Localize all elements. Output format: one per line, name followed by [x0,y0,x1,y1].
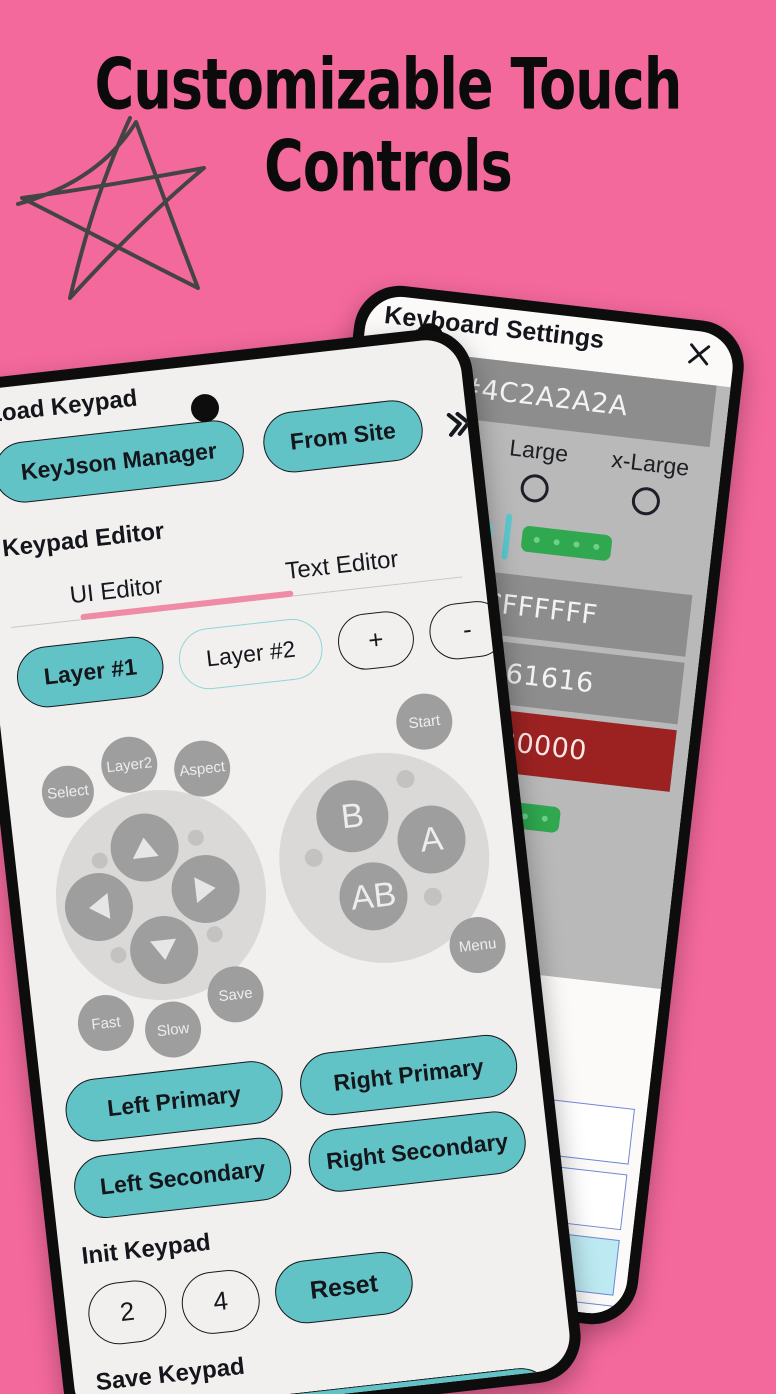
key-dot [541,815,549,823]
key-dot [533,536,541,544]
add-layer-button[interactable]: + [334,607,417,673]
triangle-left-icon [87,892,111,922]
layer2-button[interactable]: Layer2 [98,733,161,796]
aspect-button[interactable]: Aspect [171,737,234,800]
key-chip-green[interactable] [520,525,613,562]
headline-line-1: Customizable Touch [94,42,683,126]
slow-button[interactable]: Slow [142,998,205,1061]
layer-1-button[interactable]: Layer #1 [13,633,168,711]
chevron-double-right-icon[interactable] [441,407,474,440]
key-divider [501,513,513,560]
left-mapping-column: Left Primary Left Secondary [62,1057,295,1222]
close-icon[interactable] [685,340,714,369]
tab-ui-editor[interactable]: UI Editor [68,571,294,621]
remove-layer-button[interactable]: - [426,597,509,662]
tab-text-editor-label: Text Editor [284,545,400,586]
headline-line-2: Controls [264,124,513,208]
tab-text-editor[interactable]: Text Editor [284,546,400,586]
tab-ui-editor-label: UI Editor [68,571,165,610]
size-option-large-label: Large [508,434,570,467]
gamepad-preview: Select Layer2 Aspect Start Menu B A AB F… [23,684,512,1072]
triangle-up-icon [130,836,159,859]
right-secondary-button[interactable]: Right Secondary [305,1108,530,1196]
size-option-xlarge[interactable]: x-Large [606,446,691,520]
size-option-xlarge-radio[interactable] [630,485,662,517]
select-button[interactable]: Select [39,763,97,821]
left-primary-button[interactable]: Left Primary [62,1057,286,1145]
start-button[interactable]: Start [393,690,456,753]
fast-button[interactable]: Fast [74,992,137,1054]
reset-button[interactable]: Reset [271,1248,417,1327]
left-secondary-button[interactable]: Left Secondary [70,1134,295,1222]
page-title: Customizable Touch Controls [0,45,776,205]
right-mapping-column: Right Primary Right Secondary [296,1031,530,1196]
init-option-2-button[interactable]: 2 [85,1276,170,1348]
size-option-large-radio[interactable] [519,472,551,504]
star-doodle [16,116,206,300]
init-option-4-button[interactable]: 4 [178,1266,263,1337]
key-dot [553,538,560,546]
key-dot [573,541,580,548]
keyjson-manager-button[interactable]: KeyJson Manager [0,417,247,506]
triangle-right-icon [194,874,218,904]
size-option-xlarge-label: x-Large [610,446,691,481]
size-option-large[interactable]: Large [504,434,570,505]
from-site-button[interactable]: From Site [259,397,426,476]
layer-2-button[interactable]: Layer #2 [176,615,326,693]
promo-screenshot: Customizable Touch Controls Keyboard Set… [0,0,776,1394]
key-dot [593,543,600,551]
triangle-down-icon [150,938,179,962]
right-primary-button[interactable]: Right Primary [296,1031,521,1119]
